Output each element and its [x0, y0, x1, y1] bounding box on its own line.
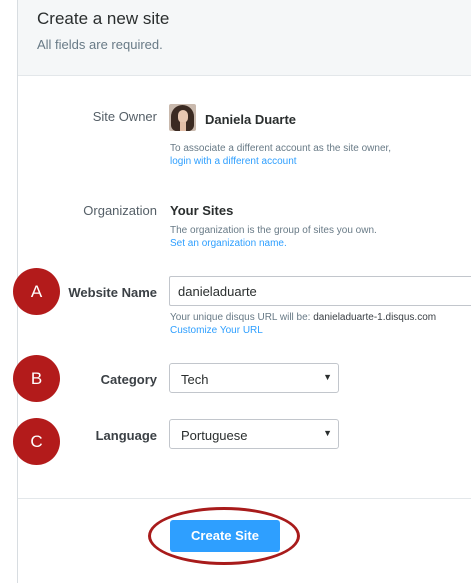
- url-help-prefix: Your unique disqus URL will be:: [170, 312, 314, 323]
- category-selected-value: Tech: [181, 372, 209, 387]
- dropdown-arrow-icon: ▼: [323, 372, 332, 382]
- language-selected-value: Portuguese: [181, 428, 248, 443]
- login-different-account-link[interactable]: login with a different account: [170, 156, 297, 167]
- category-select[interactable]: Tech ▼: [169, 363, 339, 393]
- page-subtitle: All fields are required.: [37, 37, 163, 52]
- language-label: Language: [95, 428, 157, 443]
- page-title: Create a new site: [37, 9, 170, 28]
- owner-help-text: To associate a different account as the …: [170, 143, 392, 154]
- organization-label: Organization: [83, 203, 157, 218]
- create-site-button[interactable]: Create Site: [170, 520, 280, 552]
- language-select[interactable]: Portuguese ▼: [169, 419, 339, 449]
- category-label: Category: [100, 372, 157, 387]
- owner-name: Daniela Duarte: [205, 112, 297, 127]
- customize-url-link[interactable]: Customize Your URL: [170, 325, 263, 336]
- dropdown-arrow-icon: ▼: [323, 428, 332, 438]
- organization-value: Your Sites: [170, 203, 234, 218]
- footer-divider: [18, 498, 471, 499]
- disqus-url: danieladuarte-1.disqus.com: [313, 312, 437, 323]
- website-name-label: Website Name: [68, 285, 157, 300]
- avatar: [169, 104, 196, 131]
- website-name-input[interactable]: [169, 276, 471, 306]
- url-help-text: Your unique disqus URL will be: danielad…: [170, 312, 436, 323]
- organization-help-text: The organization is the group of sites y…: [170, 225, 377, 236]
- site-owner-label: Site Owner: [92, 109, 157, 124]
- page-header: Create a new site All fields are require…: [18, 0, 471, 76]
- set-organization-name-link[interactable]: Set an organization name.: [170, 238, 287, 249]
